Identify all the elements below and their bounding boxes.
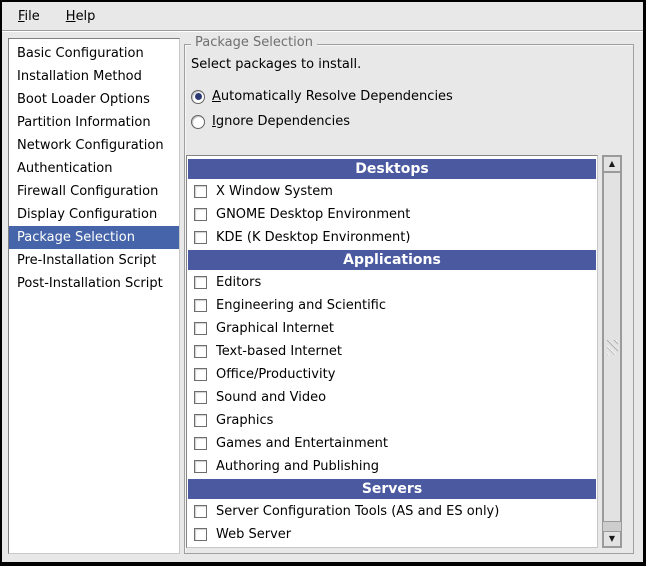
package-row-sound-and-video[interactable]: Sound and Video: [187, 386, 597, 409]
package-label: X Window System: [216, 184, 333, 199]
package-label: Games and Entertainment: [216, 436, 388, 451]
package-label: GNOME Desktop Environment: [216, 207, 410, 222]
scroll-down-icon: ▼: [609, 535, 615, 543]
section-header-applications: Applications: [188, 250, 596, 270]
package-label: Graphical Internet: [216, 321, 334, 336]
frame-title: Package Selection: [191, 35, 317, 50]
section-header-desktops: Desktops: [188, 159, 596, 179]
checkbox-icon[interactable]: [194, 460, 207, 473]
package-list: Desktops X Window System GNOME Desktop E…: [186, 155, 598, 548]
menu-file[interactable]: File: [12, 6, 46, 27]
menu-help-mnemonic: H: [66, 9, 76, 24]
sidebar-item-installation-method[interactable]: Installation Method: [9, 65, 179, 88]
package-row-engineering-scientific[interactable]: Engineering and Scientific: [187, 294, 597, 317]
checkbox-icon[interactable]: [194, 322, 207, 335]
kickstart-configurator-window: File Help Basic Configuration Installati…: [0, 0, 646, 566]
radio-button-icon[interactable]: [191, 115, 205, 129]
section-header-servers: Servers: [188, 479, 596, 499]
radio-auto-mnemonic: A: [212, 89, 221, 104]
sidebar-item-boot-loader-options[interactable]: Boot Loader Options: [9, 88, 179, 111]
scroll-down-button[interactable]: ▼: [603, 531, 621, 547]
checkbox-icon[interactable]: [194, 368, 207, 381]
sidebar-item-partition-information[interactable]: Partition Information: [9, 111, 179, 134]
checkbox-icon[interactable]: [194, 208, 207, 221]
sidebar-item-firewall-configuration[interactable]: Firewall Configuration: [9, 180, 179, 203]
package-row-gnome-desktop[interactable]: GNOME Desktop Environment: [187, 203, 597, 226]
sidebar-item-authentication[interactable]: Authentication: [9, 157, 179, 180]
sidebar-item-post-installation-script[interactable]: Post-Installation Script: [9, 272, 179, 295]
scrollbar-thumb[interactable]: [603, 172, 621, 522]
package-row-server-config-tools[interactable]: Server Configuration Tools (AS and ES on…: [187, 500, 597, 523]
checkbox-icon[interactable]: [194, 345, 207, 358]
menu-help[interactable]: Help: [60, 6, 102, 27]
package-row-x-window-system[interactable]: X Window System: [187, 180, 597, 203]
package-label: Office/Productivity: [216, 367, 335, 382]
sidebar-item-pre-installation-script[interactable]: Pre-Installation Script: [9, 249, 179, 272]
package-label: Sound and Video: [216, 390, 326, 405]
radio-ignore-label: Ignore Dependencies: [212, 114, 350, 129]
radio-selected-dot: [195, 93, 202, 100]
package-label: Web Server: [216, 527, 291, 542]
package-row-web-server[interactable]: Web Server: [187, 523, 597, 546]
package-row-graphics[interactable]: Graphics: [187, 409, 597, 432]
checkbox-icon[interactable]: [194, 528, 207, 541]
package-label: Text-based Internet: [216, 344, 342, 359]
radio-auto-resolve-dependencies[interactable]: Automatically Resolve Dependencies: [191, 89, 453, 104]
scroll-up-icon: ▲: [609, 160, 615, 168]
package-list-scrollbar[interactable]: ▲ ▼: [602, 155, 622, 548]
menu-help-label: elp: [76, 9, 96, 24]
sidebar-item-network-configuration[interactable]: Network Configuration: [9, 134, 179, 157]
package-row-text-based-internet[interactable]: Text-based Internet: [187, 340, 597, 363]
sidebar-item-package-selection[interactable]: Package Selection: [9, 226, 179, 249]
package-row-authoring-publishing[interactable]: Authoring and Publishing: [187, 455, 597, 478]
category-list: Basic Configuration Installation Method …: [8, 38, 180, 554]
radio-ignore-dependencies[interactable]: Ignore Dependencies: [191, 114, 350, 129]
frame-subtitle: Select packages to install.: [191, 57, 361, 72]
checkbox-icon[interactable]: [194, 276, 207, 289]
radio-auto-resolve-label: Automatically Resolve Dependencies: [212, 89, 453, 104]
package-label: Editors: [216, 275, 261, 290]
package-label: Server Configuration Tools (AS and ES on…: [216, 504, 499, 519]
package-row-graphical-internet[interactable]: Graphical Internet: [187, 317, 597, 340]
checkbox-icon[interactable]: [194, 299, 207, 312]
package-label: Graphics: [216, 413, 273, 428]
checkbox-icon[interactable]: [194, 437, 207, 450]
sidebar-item-display-configuration[interactable]: Display Configuration: [9, 203, 179, 226]
scroll-up-button[interactable]: ▲: [603, 156, 621, 172]
package-row-editors[interactable]: Editors: [187, 271, 597, 294]
menu-file-label: ile: [25, 9, 40, 24]
package-label: Authoring and Publishing: [216, 459, 379, 474]
checkbox-icon[interactable]: [194, 505, 207, 518]
radio-button-icon[interactable]: [191, 90, 205, 104]
menubar: File Help: [2, 2, 643, 31]
checkbox-icon[interactable]: [194, 231, 207, 244]
radio-auto-rest: utomatically Resolve Dependencies: [221, 89, 453, 104]
sidebar-item-basic-configuration[interactable]: Basic Configuration: [9, 42, 179, 65]
package-row-games-entertainment[interactable]: Games and Entertainment: [187, 432, 597, 455]
scrollbar-grip-icon: [607, 340, 618, 355]
package-row-office-productivity[interactable]: Office/Productivity: [187, 363, 597, 386]
package-label: KDE (K Desktop Environment): [216, 230, 410, 245]
checkbox-icon[interactable]: [194, 391, 207, 404]
radio-ignore-rest: gnore Dependencies: [216, 114, 350, 129]
package-label: Engineering and Scientific: [216, 298, 386, 313]
checkbox-icon[interactable]: [194, 185, 207, 198]
checkbox-icon[interactable]: [194, 414, 207, 427]
package-row-kde-desktop[interactable]: KDE (K Desktop Environment): [187, 226, 597, 249]
